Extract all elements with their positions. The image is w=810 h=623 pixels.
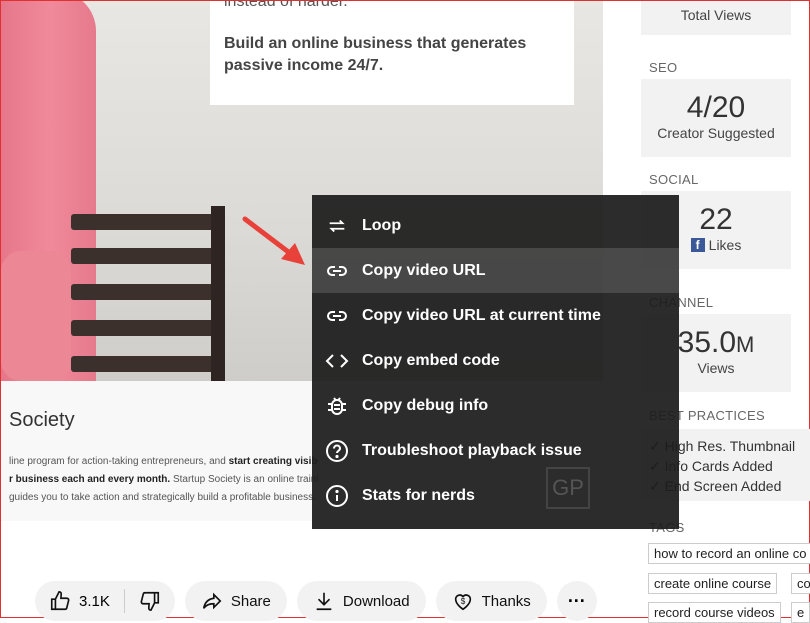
super-thanks-icon: $ (452, 590, 474, 612)
bug-icon (324, 393, 350, 419)
menu-item-label: Loop (362, 216, 402, 234)
loop-icon (324, 213, 350, 239)
facebook-icon: f (690, 238, 705, 252)
share-icon (201, 590, 223, 612)
thumbs-down-icon (139, 590, 161, 612)
thanks-label: Thanks (481, 592, 531, 610)
social-section-label: SOCIAL (649, 172, 699, 187)
download-icon (313, 590, 335, 612)
share-button[interactable]: Share (184, 581, 287, 621)
total-views-label: Total Views (680, 7, 752, 23)
chair-image (71, 196, 225, 381)
like-dislike-group: 3.1K (35, 581, 175, 621)
menu-item-label: Copy video URL at current time (362, 306, 601, 324)
menu-item-troubleshoot[interactable]: Troubleshoot playback issue (312, 428, 679, 473)
tag-chip[interactable]: create online course (648, 573, 778, 594)
watermark-logo: GP (546, 467, 590, 509)
link-icon (324, 258, 350, 284)
menu-item-copy-video-url[interactable]: Copy video URL (312, 248, 679, 293)
tag-chip[interactable]: record course videos (648, 602, 781, 623)
tag-chip[interactable]: co (791, 573, 810, 594)
menu-item-loop[interactable]: Loop (312, 203, 679, 248)
seo-card: 4/20 Creator Suggested (641, 79, 791, 157)
annotation-arrow-icon (242, 216, 305, 265)
menu-item-copy-debug-info[interactable]: Copy debug info (312, 383, 679, 428)
video-slide-card: instead of harder. Build an online busin… (210, 1, 574, 105)
description-text: line program for action-taking entrepren… (9, 456, 319, 503)
link-icon (324, 303, 350, 329)
like-count: 3.1K (79, 592, 110, 610)
menu-item-copy-video-url-at-time[interactable]: Copy video URL at current time (312, 293, 679, 338)
download-label: Download (342, 592, 410, 610)
tag-chip[interactable]: e (791, 602, 810, 623)
help-icon (324, 438, 350, 464)
slide-top-text: instead of harder. (224, 1, 348, 10)
menu-item-label: Copy debug info (362, 396, 489, 414)
seo-section-label: SEO (649, 60, 678, 75)
dislike-button[interactable] (125, 581, 175, 621)
video-context-menu: Loop Copy video URL Copy video URL at cu… (312, 195, 679, 529)
svg-text:$: $ (460, 597, 465, 606)
info-icon (324, 483, 350, 509)
menu-item-stats-for-nerds[interactable]: Stats for nerds (312, 473, 679, 518)
like-button[interactable]: 3.1K (35, 581, 124, 621)
seo-sub: Creator Suggested (657, 125, 775, 141)
video-actions: 3.1K Share Download $ Thanks ··· (35, 581, 597, 621)
more-horizontal-icon: ··· (567, 590, 586, 611)
thanks-button[interactable]: $ Thanks (435, 581, 547, 621)
share-label: Share (230, 592, 271, 610)
code-icon (324, 348, 350, 374)
slide-main-text: Build an online business that generates … (224, 35, 527, 74)
thumbs-up-icon (49, 590, 71, 612)
channel-title: Society (9, 409, 75, 431)
download-button[interactable]: Download (296, 581, 426, 621)
tag-chip[interactable]: how to record an online co (648, 543, 810, 564)
menu-item-label: Troubleshoot playback issue (362, 441, 582, 459)
menu-item-copy-embed-code[interactable]: Copy embed code (312, 338, 679, 383)
menu-item-label: Copy video URL (362, 261, 486, 279)
menu-item-label: Copy embed code (362, 351, 500, 369)
more-actions-button[interactable]: ··· (556, 581, 597, 621)
seo-score: 4/20 (686, 91, 746, 124)
presenter-arm (1, 251, 71, 381)
total-views-card: Total Views (641, 1, 791, 35)
menu-item-label: Stats for nerds (362, 486, 475, 504)
